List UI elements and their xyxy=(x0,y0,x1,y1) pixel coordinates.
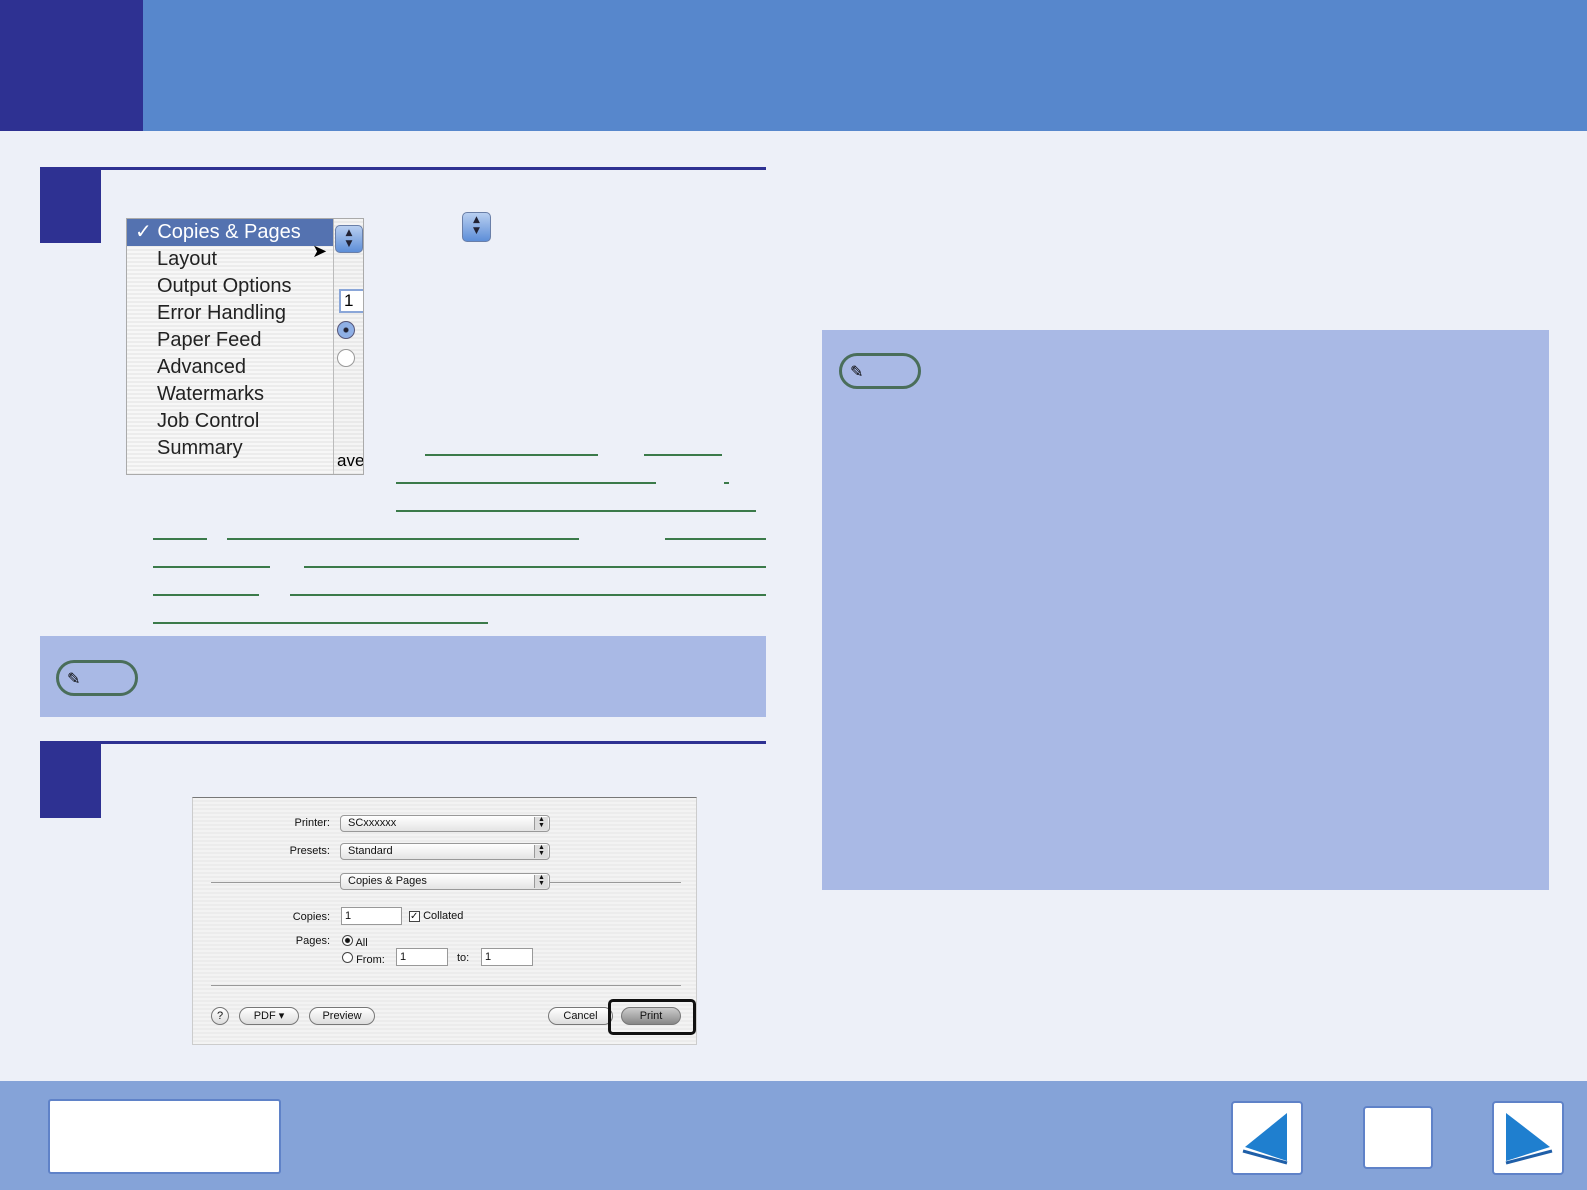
from-input[interactable]: 1 xyxy=(396,948,448,966)
to-input[interactable]: 1 xyxy=(481,948,533,966)
stepper-arrows-icon: ▲ ▼ xyxy=(462,212,491,242)
previous-page-button[interactable] xyxy=(1231,1101,1303,1175)
pages-all-radio[interactable]: All xyxy=(342,935,368,949)
stepper-arrows-icon: ▲ ▼ xyxy=(534,874,548,888)
link-underline[interactable] xyxy=(227,538,579,540)
menu-item-summary[interactable]: Summary xyxy=(127,435,333,462)
note-pencil-icon: ✎ xyxy=(839,353,921,389)
printer-select[interactable]: SCxxxxxx ▲ ▼ xyxy=(340,815,550,832)
note-box-right: ✎ xyxy=(822,330,1549,890)
menu-item-output-options[interactable]: Output Options xyxy=(127,273,333,300)
copies-input[interactable]: 1 xyxy=(341,907,402,925)
next-page-button[interactable] xyxy=(1492,1101,1564,1175)
print-button[interactable]: Print xyxy=(621,1007,681,1025)
panel-value: Copies & Pages xyxy=(348,875,427,887)
home-button[interactable] xyxy=(1363,1106,1433,1169)
printer-value: SCxxxxxx xyxy=(348,817,397,829)
link-underline[interactable] xyxy=(153,622,488,624)
step1-divider xyxy=(40,167,766,170)
menu-item-layout[interactable]: Layout xyxy=(127,246,333,273)
presets-label: Presets: xyxy=(289,845,330,857)
chapter-marker xyxy=(0,0,143,131)
preview-button[interactable]: Preview xyxy=(309,1007,375,1025)
link-underline[interactable] xyxy=(153,594,259,596)
to-label: to: xyxy=(457,952,470,964)
link-underline[interactable] xyxy=(724,482,729,484)
arrow-right-icon xyxy=(1505,1113,1553,1165)
link-underline[interactable] xyxy=(290,594,766,596)
pdf-button[interactable]: PDF ▾ xyxy=(239,1007,299,1025)
link-underline[interactable] xyxy=(665,538,766,540)
contents-button[interactable] xyxy=(48,1099,281,1174)
link-underline[interactable] xyxy=(396,482,656,484)
collated-label: Collated xyxy=(423,910,464,922)
copies-label: Copies: xyxy=(292,911,330,923)
note-box: ✎ xyxy=(40,636,766,717)
note-pencil-icon: ✎ xyxy=(56,660,138,696)
radio-selected-icon xyxy=(337,321,355,339)
cancel-button[interactable]: Cancel xyxy=(548,1007,613,1025)
step2-divider xyxy=(40,741,766,744)
link-underline[interactable] xyxy=(153,538,207,540)
save-button-partial: ave xyxy=(337,451,364,470)
collated-checkbox[interactable]: ✓ Collated xyxy=(409,910,463,922)
link-underline[interactable] xyxy=(425,454,598,456)
stepper-arrows-icon: ▲ ▼ xyxy=(534,816,548,830)
stepper-arrows-icon: ▲ ▼ xyxy=(335,225,363,253)
panel-select[interactable]: Copies & Pages ▲ ▼ xyxy=(340,873,550,890)
presets-value: Standard xyxy=(348,845,393,857)
menu-item-watermarks[interactable]: Watermarks xyxy=(127,381,333,408)
page-header xyxy=(0,0,1587,131)
panel-popup-menu: ✓ Copies & Pages Layout Output Options E… xyxy=(126,218,364,475)
checkmark-icon: ✓ xyxy=(409,911,420,922)
link-underline[interactable] xyxy=(644,454,722,456)
menu-item-job-control[interactable]: Job Control xyxy=(127,408,333,435)
menu-item-paper-feed[interactable]: Paper Feed xyxy=(127,327,333,354)
pages-from-radio[interactable]: From: xyxy=(342,952,385,966)
arrow-left-icon xyxy=(1242,1113,1288,1165)
radio-empty-icon xyxy=(337,349,355,367)
print-dialog: Printer: SCxxxxxx ▲ ▼ Presets: Standard ▲ ▼ … xyxy=(192,797,697,1045)
from-label: From: xyxy=(356,954,385,966)
stepper-arrows-icon: ▲ ▼ xyxy=(534,844,548,858)
presets-select[interactable]: Standard ▲ ▼ xyxy=(340,843,550,860)
pages-label: Pages: xyxy=(295,935,330,947)
menu-item-label: Copies & Pages xyxy=(157,221,301,243)
menu-item-error-handling[interactable]: Error Handling xyxy=(127,300,333,327)
link-underline[interactable] xyxy=(153,566,270,568)
all-label: All xyxy=(355,937,368,949)
copies-field-partial: 1 xyxy=(339,289,363,313)
link-underline[interactable] xyxy=(396,510,756,512)
menu-item-copies-pages[interactable]: ✓ Copies & Pages xyxy=(127,219,333,246)
mouse-cursor-icon: ➤ xyxy=(312,241,328,262)
divider xyxy=(211,985,681,986)
printer-label: Printer: xyxy=(294,817,330,829)
help-button[interactable]: ? xyxy=(211,1007,229,1025)
menu-item-advanced[interactable]: Advanced xyxy=(127,354,333,381)
step1-number-block xyxy=(40,168,101,243)
step2-number-block xyxy=(40,743,101,818)
radio-selected-icon xyxy=(342,935,353,946)
link-underline[interactable] xyxy=(304,566,766,568)
radio-empty-icon xyxy=(342,952,353,963)
